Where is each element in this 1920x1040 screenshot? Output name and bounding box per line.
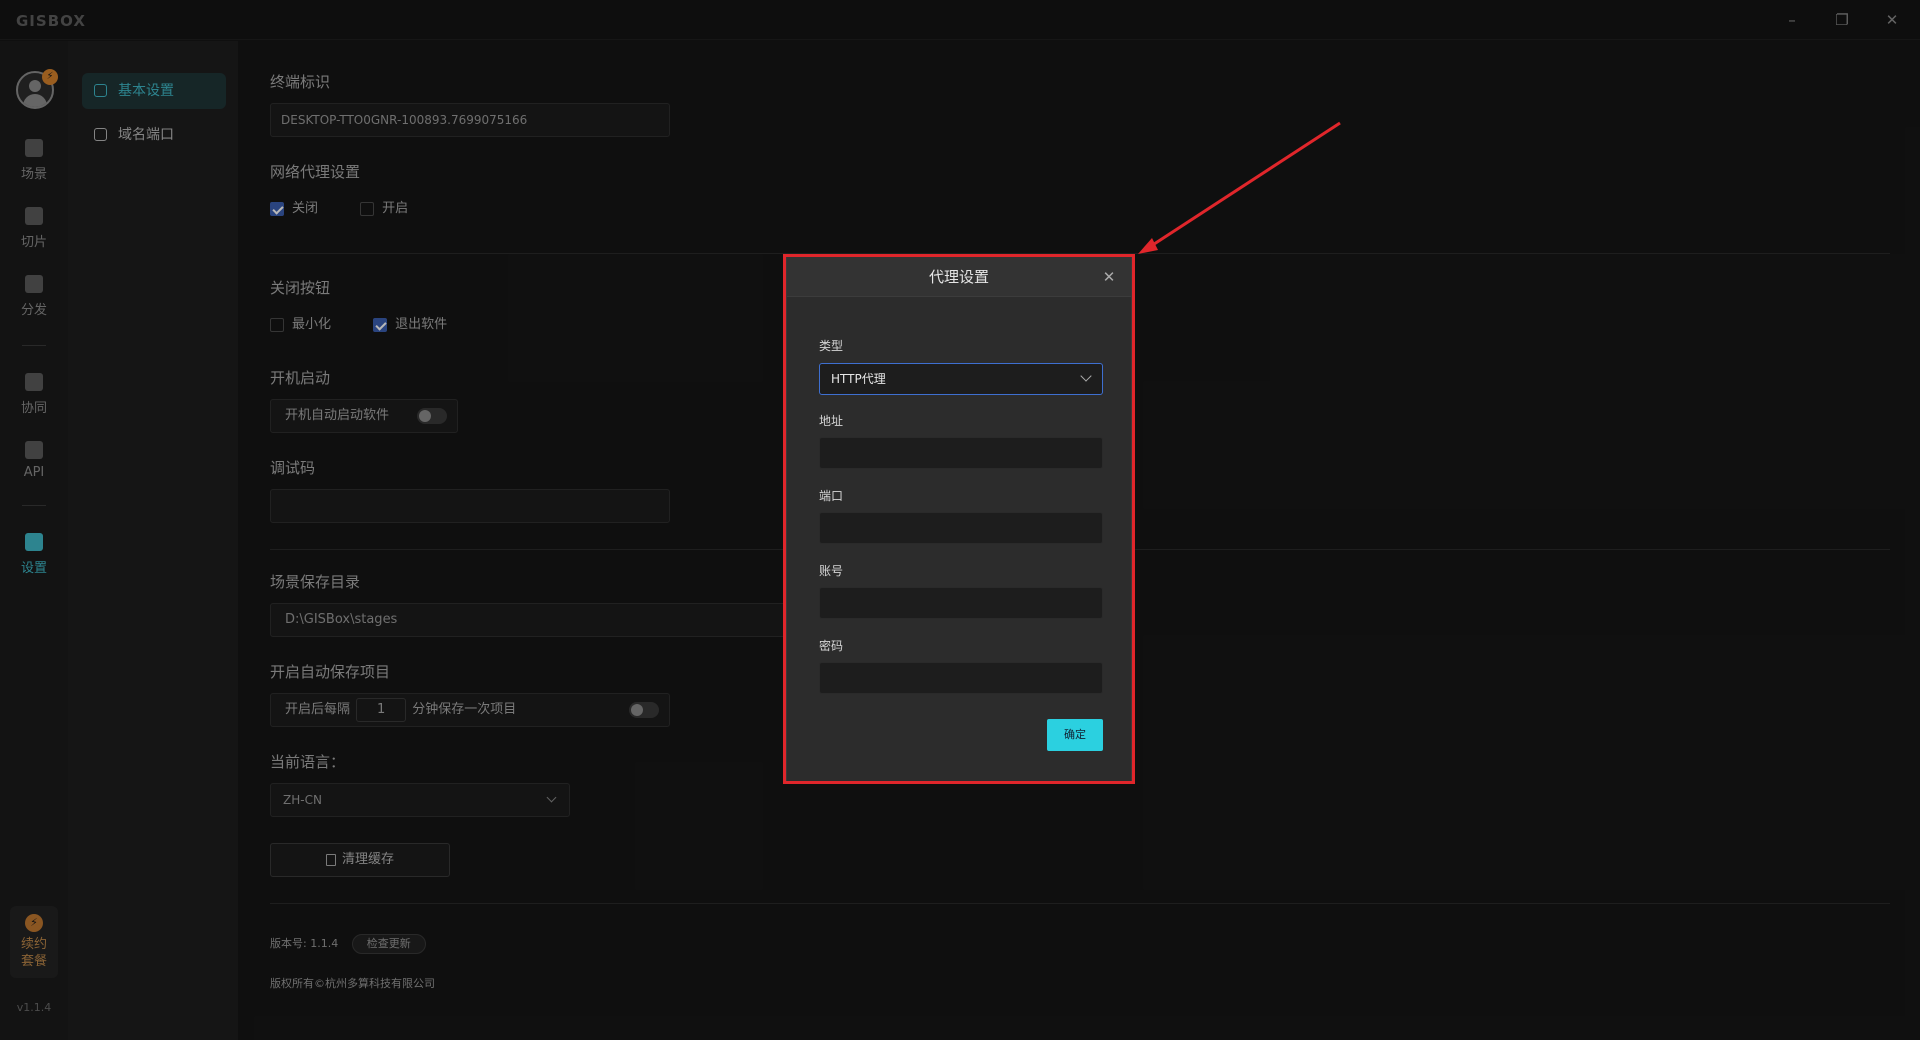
chevron-down-icon (1080, 370, 1092, 382)
type-label: 类型 (819, 339, 844, 353)
proxy-settings-dialog: 代理设置 ✕ 类型 HTTP代理 地址 端口 账号 密码 确定 (786, 256, 1132, 782)
dialog-title: 代理设置 (928, 268, 989, 286)
account-label: 账号 (819, 564, 844, 578)
address-input[interactable] (819, 437, 1103, 469)
port-input[interactable] (819, 512, 1103, 544)
ok-button[interactable]: 确定 (1047, 719, 1103, 751)
dialog-header: 代理设置 ✕ (787, 257, 1131, 297)
account-input[interactable] (819, 587, 1103, 619)
proxy-type-value: HTTP代理 (831, 372, 886, 386)
password-input[interactable] (819, 662, 1103, 694)
password-label: 密码 (819, 639, 844, 653)
close-icon[interactable]: ✕ (1099, 257, 1119, 297)
port-label: 端口 (819, 489, 844, 503)
address-label: 地址 (819, 414, 844, 428)
proxy-type-select[interactable]: HTTP代理 (819, 363, 1103, 395)
